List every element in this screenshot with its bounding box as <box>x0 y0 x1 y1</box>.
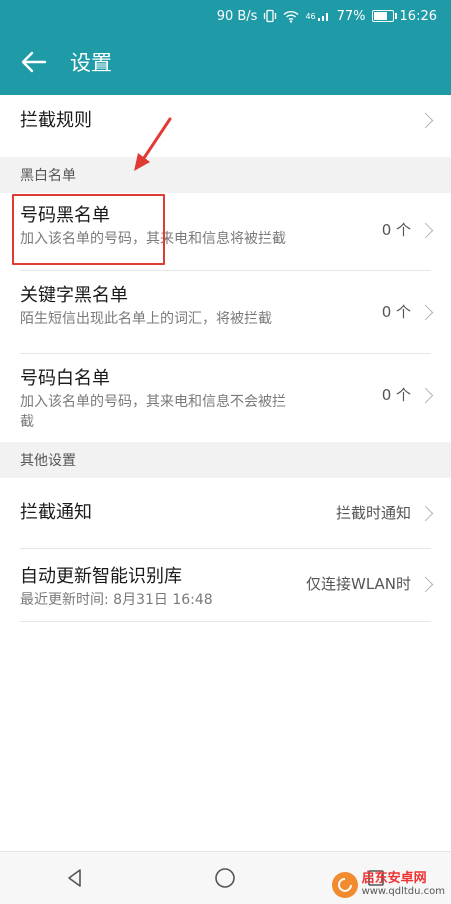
keyword-blacklist-desc: 陌生短信出现此名单上的词汇，将被拦截 <box>20 311 272 327</box>
annotation-arrow-icon <box>134 117 172 171</box>
auto-update-value: 仅连接WLAN时 <box>305 575 411 593</box>
keyword-blacklist-item[interactable]: 关键字黑名单 陌生短信出现此名单上的词汇，将被拦截 0 个 <box>0 271 451 353</box>
section-header-other: 其他设置 <box>0 442 451 478</box>
page-title: 设置 <box>70 51 112 75</box>
signal-icon: 46 <box>305 10 330 22</box>
section-header-blackwhite: 黑白名单 <box>0 157 451 193</box>
arrow-left-icon <box>21 51 47 73</box>
watermark-name: 启东安卓网 <box>361 871 427 886</box>
auto-update-item[interactable]: 自动更新智能识别库 最近更新时间: 8月31日 16:48 仅连接WLAN时 <box>0 549 451 621</box>
circle-home-icon <box>215 868 236 888</box>
intercept-notify-item[interactable]: 拦截通知 拦截时通知 <box>0 478 451 548</box>
intercept-notify-value: 拦截时通知 <box>335 504 411 522</box>
number-whitelist-desc: 加入该名单的号码，其来电和信息不会被拦截 <box>20 394 286 430</box>
nav-home-button[interactable] <box>205 858 245 898</box>
battery-percent: 77% <box>336 8 366 24</box>
watermark: 启东安卓网 www.qdltdu.com <box>331 871 445 898</box>
status-bar: 90 B/s 46 77% 16:26 <box>217 6 437 26</box>
intercept-rules-item[interactable]: 拦截规则 <box>0 95 451 147</box>
keyword-blacklist-label: 关键字黑名单 <box>20 285 128 306</box>
back-button[interactable] <box>2 30 66 94</box>
triangle-back-icon <box>68 869 81 887</box>
number-whitelist-label: 号码白名单 <box>20 368 110 389</box>
network-speed: 90 B/s <box>216 8 258 24</box>
watermark-url: www.qdltdu.com <box>361 886 445 897</box>
number-whitelist-count: 0 个 <box>381 386 411 404</box>
chevron-right-icon <box>417 304 434 321</box>
clock: 16:26 <box>399 8 437 24</box>
settings-list: 拦截规则 黑白名单 号码黑名单 加入该名单的号码，其来电和信息将被拦截 0 个 … <box>0 95 451 852</box>
battery-icon <box>371 10 397 22</box>
app-header: 90 B/s 46 77% 16:26 设置 <box>0 0 451 95</box>
vibrate-icon <box>263 9 277 23</box>
chevron-right-icon <box>417 387 434 404</box>
network-type: 46 <box>305 11 316 21</box>
watermark-logo-icon <box>331 872 358 898</box>
number-whitelist-item[interactable]: 号码白名单 加入该名单的号码，其来电和信息不会被拦截 0 个 <box>0 354 451 434</box>
highlight-box <box>12 194 165 265</box>
intercept-rules-label: 拦截规则 <box>20 110 92 131</box>
keyword-blacklist-count: 0 个 <box>381 303 411 321</box>
nav-back-button[interactable] <box>55 858 95 898</box>
number-blacklist-count: 0 个 <box>381 221 411 239</box>
divider <box>20 621 431 622</box>
wifi-icon <box>283 10 299 23</box>
